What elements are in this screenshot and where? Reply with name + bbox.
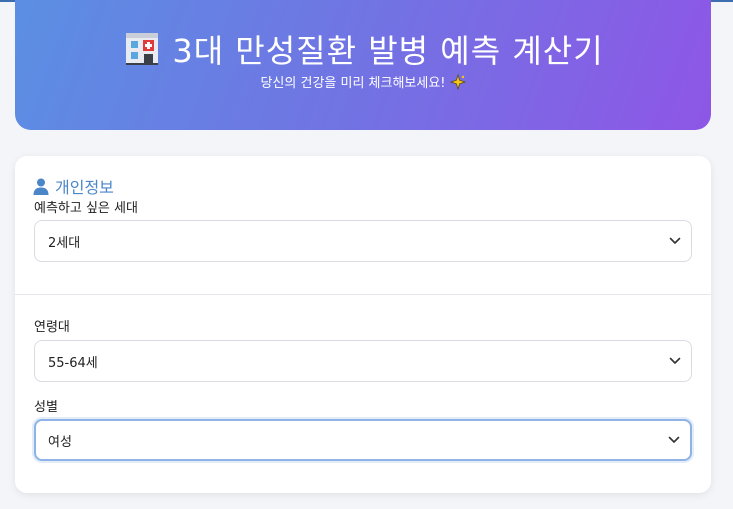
age-group-label: 연령대 <box>34 320 70 335</box>
age-group-value: 55-64세 <box>48 355 98 371</box>
sparkle-icon <box>449 73 466 90</box>
person-icon <box>33 178 49 195</box>
section-title-label: 개인정보 <box>55 178 114 197</box>
generation-label: 예측하고 싶은 세대 <box>34 201 138 216</box>
chevron-down-icon <box>669 237 681 244</box>
generation-value: 2세대 <box>48 235 81 251</box>
hospital-icon <box>122 29 162 69</box>
section-title: 개인정보 <box>33 174 114 198</box>
page-title-row: 3대 만성질환 발병 예측 계산기 <box>15 26 711 72</box>
gender-value: 여성 <box>48 434 72 450</box>
age-group-select[interactable]: 55-64세 <box>34 340 692 382</box>
page-subtitle-row: 당신의 건강을 미리 체크해보세요! <box>15 72 711 91</box>
section-divider <box>15 294 711 295</box>
chevron-down-icon <box>669 357 681 364</box>
chevron-down-icon <box>668 436 680 443</box>
personal-info-card: 개인정보 예측하고 싶은 세대 2세대 연령대 55-64세 성별 여성 <box>15 156 711 493</box>
page-subtitle: 당신의 건강을 미리 체크해보세요! <box>260 76 446 91</box>
generation-select[interactable]: 2세대 <box>34 220 692 262</box>
gender-select[interactable]: 여성 <box>34 419 692 461</box>
page-title: 3대 만성질환 발병 예측 계산기 <box>172 32 604 70</box>
gender-label: 성별 <box>34 400 58 415</box>
header-banner: 3대 만성질환 발병 예측 계산기 당신의 건강을 미리 체크해보세요! <box>15 0 711 130</box>
